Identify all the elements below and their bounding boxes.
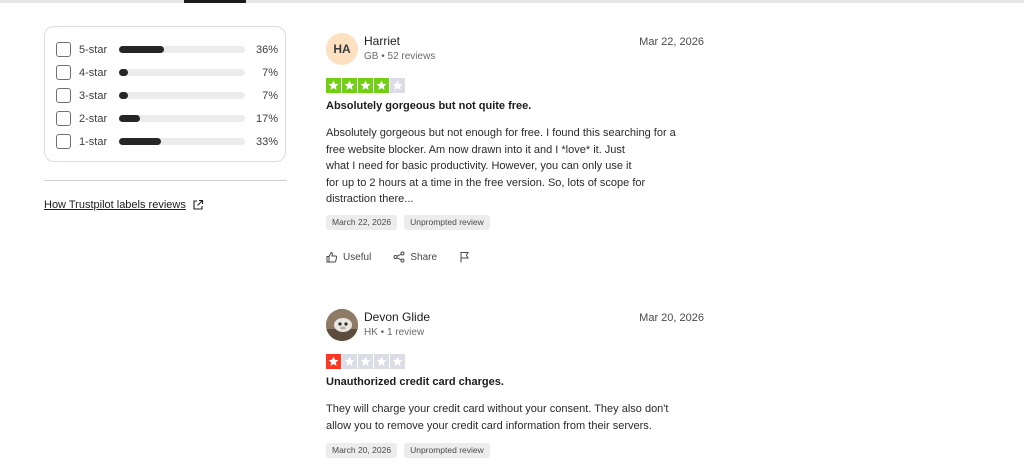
- rating-filter-1-star[interactable]: 1-star 33%: [56, 133, 278, 150]
- reviewer-meta: HK • 1 review: [364, 327, 425, 338]
- review-card: Devon Glide HK • 1 review Mar 20, 2026 U…: [326, 309, 704, 469]
- rating-checkbox-2-star[interactable]: [56, 111, 71, 126]
- rating-label: 5-star: [79, 43, 108, 56]
- external-link-icon: [193, 199, 203, 210]
- review-body-line: what I need for basic productivity. Howe…: [326, 160, 632, 172]
- review-tags: March 20, 2026 Unprompted review: [326, 443, 490, 458]
- rating-bar-track: [119, 138, 245, 145]
- avatar[interactable]: HA: [326, 33, 358, 65]
- unprompted-review-tag[interactable]: Unprompted review: [404, 215, 490, 230]
- review-tags: March 22, 2026 Unprompted review: [326, 215, 490, 230]
- useful-button[interactable]: Useful: [326, 251, 371, 263]
- star-empty-icon: [374, 354, 389, 369]
- review-actions: Useful Share: [326, 251, 493, 263]
- review-date: Mar 20, 2026: [639, 312, 704, 324]
- rating-label: 3-star: [79, 89, 108, 102]
- share-button[interactable]: Share: [393, 251, 437, 263]
- rating-percent: 7%: [262, 66, 278, 79]
- avatar[interactable]: [326, 309, 358, 341]
- review-title[interactable]: Unauthorized credit card charges.: [326, 376, 504, 388]
- star-empty-icon: [390, 78, 405, 93]
- rating-bar-fill: [119, 138, 161, 145]
- rating-filter-5-star[interactable]: 5-star 36%: [56, 41, 278, 58]
- rating-bar-track: [119, 46, 245, 53]
- rating-bar-fill: [119, 92, 128, 99]
- review-title[interactable]: Absolutely gorgeous but not quite free.: [326, 100, 531, 112]
- star-rating: [326, 354, 405, 369]
- share-label: Share: [410, 251, 438, 263]
- rating-percent: 17%: [255, 112, 278, 125]
- how-labels-reviews-link[interactable]: How Trustpilot labels reviews: [44, 199, 204, 211]
- star-empty-icon: [342, 354, 357, 369]
- star-filled-icon: [326, 354, 341, 369]
- rating-bar-track: [119, 115, 245, 122]
- unprompted-review-tag[interactable]: Unprompted review: [404, 443, 490, 458]
- rating-percent: 7%: [262, 89, 278, 102]
- sidebar-divider: [44, 180, 287, 181]
- review-body-line: free website blocker. Am now drawn into …: [326, 143, 625, 156]
- review-body-line: allow you to remove your credit card inf…: [326, 419, 652, 432]
- labels-link-text: How Trustpilot labels reviews: [44, 199, 186, 211]
- star-filled-icon: [326, 78, 341, 93]
- review-body-line: distraction there...: [326, 193, 414, 205]
- review-body: Absolutely gorgeous but not enough for f…: [326, 125, 706, 208]
- review-body-line: for up to 2 hours at a time in the free …: [326, 176, 646, 189]
- star-empty-icon: [358, 354, 373, 369]
- star-filled-icon: [358, 78, 373, 93]
- useful-label: Useful: [343, 251, 372, 263]
- thumbs-up-icon: [326, 251, 338, 263]
- rating-filter-2-star[interactable]: 2-star 17%: [56, 110, 278, 127]
- rating-label: 2-star: [79, 112, 108, 125]
- rating-bar-track: [119, 69, 245, 76]
- date-of-experience-tag: March 20, 2026: [326, 443, 398, 458]
- reviewer-meta: GB • 52 reviews: [364, 51, 436, 62]
- rating-bar-fill: [119, 115, 141, 122]
- share-icon: [393, 251, 405, 263]
- star-rating: [326, 78, 405, 93]
- reviewer-name[interactable]: Harriet: [364, 34, 400, 48]
- rating-bar-fill: [119, 69, 128, 76]
- rating-percent: 33%: [255, 135, 278, 148]
- review-date: Mar 22, 2026: [639, 36, 704, 48]
- report-button[interactable]: [459, 251, 471, 263]
- rating-checkbox-4-star[interactable]: [56, 65, 71, 80]
- review-body-line: They will charge your credit card withou…: [326, 403, 669, 415]
- rating-filter-card: 5-star 36% 4-star 7% 3-star 7% 2-star 17…: [44, 26, 286, 162]
- date-of-experience-tag: March 22, 2026: [326, 215, 398, 230]
- active-tab-indicator: [184, 0, 246, 3]
- review-card: HA Harriet GB • 52 reviews Mar 22, 2026 …: [326, 33, 704, 273]
- top-tab-underline: [0, 0, 1024, 3]
- review-body: They will charge your credit card withou…: [326, 401, 706, 434]
- rating-bar-fill: [119, 46, 165, 53]
- rating-label: 1-star: [79, 135, 108, 148]
- rating-checkbox-3-star[interactable]: [56, 88, 71, 103]
- rating-checkbox-1-star[interactable]: [56, 134, 71, 149]
- rating-filter-4-star[interactable]: 4-star 7%: [56, 64, 278, 81]
- rating-checkbox-5-star[interactable]: [56, 42, 71, 57]
- star-filled-icon: [374, 78, 389, 93]
- star-empty-icon: [390, 354, 405, 369]
- avatar-photo: [326, 309, 358, 341]
- review-body-line: Absolutely gorgeous but not enough for f…: [326, 127, 676, 139]
- rating-bar-track: [119, 92, 245, 99]
- rating-percent: 36%: [255, 43, 278, 56]
- rating-label: 4-star: [79, 66, 108, 79]
- flag-icon: [460, 252, 469, 263]
- star-filled-icon: [342, 78, 357, 93]
- rating-filter-3-star[interactable]: 3-star 7%: [56, 87, 278, 104]
- reviewer-name[interactable]: Devon Glide: [364, 310, 430, 324]
